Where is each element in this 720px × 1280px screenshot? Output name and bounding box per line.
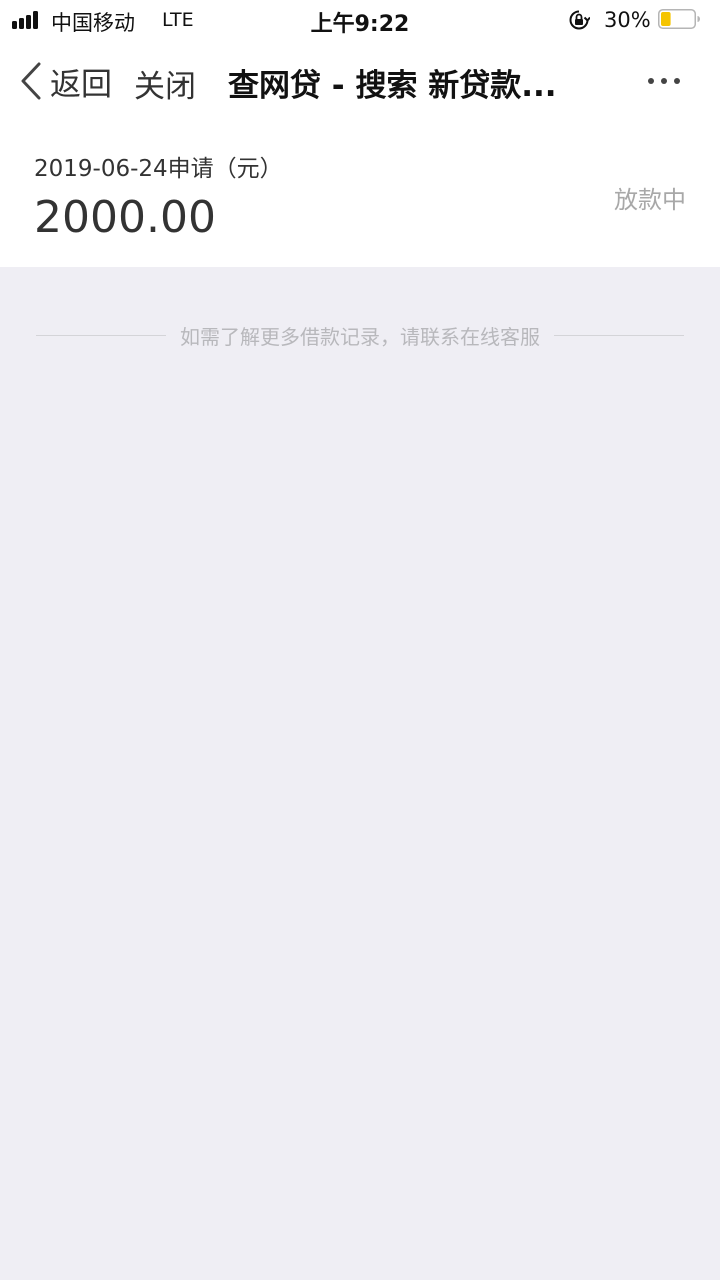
page-title: 查网贷 - 搜索 新贷款...	[228, 68, 557, 104]
contact-service-note: 如需了解更多借款记录，请联系在线客服	[180, 324, 540, 349]
loan-record-card[interactable]: 2019-06-24申请（元） 2000.00 放款中	[0, 122, 720, 267]
nav-bar: 返回 关闭 查网贷 - 搜索 新贷款...	[0, 40, 720, 122]
divider-line-right	[554, 334, 684, 336]
more-icon[interactable]	[646, 70, 686, 92]
loan-status-badge: 放款中	[614, 186, 686, 214]
chevron-left-icon	[21, 62, 41, 100]
back-label: 返回	[50, 66, 112, 103]
status-bar: 中国移动 LTE 上午9:22 30%	[0, 0, 720, 40]
orientation-lock-icon	[569, 10, 590, 30]
back-button[interactable]: 返回	[18, 60, 112, 103]
divider-line-left	[36, 334, 166, 336]
battery-percent: 30%	[604, 8, 651, 32]
loan-application-date: 2019-06-24申请（元）	[34, 156, 283, 182]
loan-amount: 2000.00	[34, 192, 216, 243]
battery-icon	[658, 9, 700, 29]
footer-note: 如需了解更多借款记录，请联系在线客服	[36, 320, 684, 350]
close-button[interactable]: 关闭	[134, 61, 196, 106]
